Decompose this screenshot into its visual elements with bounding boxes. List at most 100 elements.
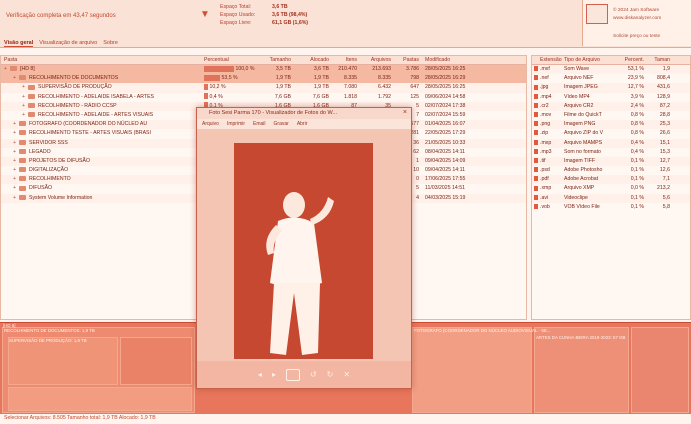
table-row[interactable]: .mxp Arquivo MAMPS 0,4 % 15,1 <box>532 138 690 148</box>
promo-panel[interactable]: © 2024 Jam Software www.diskanalyzer.com… <box>582 0 691 46</box>
modified-cell: 09/04/2025 14:11 <box>425 167 465 174</box>
folder-cell[interactable]: + DIGITALIZAÇÃO <box>1 166 201 175</box>
menu-email[interactable]: Email <box>253 119 266 129</box>
percent-cell: 23,9 % <box>627 75 644 82</box>
rotate-right-icon[interactable]: ↻ <box>327 370 334 379</box>
folder-cell[interactable]: + PROJETOS DE DIFUSÃO <box>1 157 201 166</box>
type-cell: Som Wave <box>564 66 590 72</box>
table-row[interactable]: .jpg Imagem JPEG 12,7 % 431,6 <box>532 83 690 93</box>
table-row[interactable]: .mp3 Som no formato 0,4 % 15,3 <box>532 148 690 157</box>
allocated-cell: 1,9 TB <box>313 75 329 82</box>
folder-name: RECOLHIMENTO - RÁDIO CCSP <box>38 102 117 109</box>
modified-cell: 02/07/2024 17:38 <box>425 102 466 109</box>
table-row[interactable]: + SUPERVISÃO DE PRODUÇÃO 10,2 % 1,9 TB 1,9 … <box>1 83 526 93</box>
col-size[interactable]: Tamanho <box>256 56 294 64</box>
table-row[interactable]: .psd Adobe Photosho 0,1 % 12,6 <box>532 166 690 175</box>
table-row[interactable]: + [HD 8] 100,0 % 3,5 TB 3,6 TB 210.470 213.69… <box>1 65 526 75</box>
treemap-block[interactable] <box>631 327 689 413</box>
promo-line[interactable]: www.diskanalyzer.com <box>613 16 661 21</box>
folder-cell[interactable]: + RECOLHIMENTO <box>1 175 201 184</box>
col-items[interactable]: Itens <box>332 56 360 64</box>
tab-overview[interactable]: Visão geral <box>4 40 34 47</box>
menu-open[interactable]: Abrir <box>297 119 308 129</box>
treemap-block[interactable] <box>412 327 532 413</box>
delete-icon[interactable]: ✕ <box>343 370 350 379</box>
items-cell: 8.335 <box>344 75 357 82</box>
folder-cell[interactable]: + RECOLHIMENTO - RÁDIO CCSP <box>1 102 201 111</box>
photo-viewer-window[interactable]: Foto Sesi Parma 170 - Visualizador de Fo… <box>196 107 412 389</box>
extension-cell: .tif <box>540 157 546 164</box>
col-folders[interactable]: Pastas <box>394 56 422 64</box>
folder-icon <box>28 84 35 90</box>
space-used-value: 3,6 TB (98,4%) <box>272 12 308 19</box>
prev-icon[interactable]: ◂ <box>258 370 262 379</box>
table-row[interactable]: .tif Imagem TIFF 0,1 % 12,7 <box>532 156 690 167</box>
menu-burn[interactable]: Gravar <box>274 119 289 129</box>
col-modified[interactable]: Modificado <box>422 56 484 64</box>
folder-cell[interactable]: + LEGADO <box>1 148 201 157</box>
percent-cell: 0,8 % <box>630 121 644 128</box>
table-row[interactable]: .xmp Arquivo XMP 0,0 % 213,2 <box>532 184 690 193</box>
col-allocated[interactable]: Alocado <box>294 56 332 64</box>
rotate-left-icon[interactable]: ↺ <box>310 370 317 379</box>
close-button[interactable]: × <box>403 109 407 116</box>
table-row[interactable]: + RECOLHIMENTO - ADELAIDE ISABELA - ARTES… <box>1 93 526 102</box>
table-row[interactable]: .mxf Som Wave 53,1 % 1,9 <box>532 65 690 75</box>
tab-file-view[interactable]: Visualização de arquivo <box>39 40 97 47</box>
slideshow-icon[interactable] <box>285 368 300 381</box>
table-row[interactable]: .vob VOB Vídeo File 0,1 % 5,8 <box>532 203 690 212</box>
folder-cell[interactable]: + [HD 8] <box>1 65 201 74</box>
promo-line[interactable]: Solicite preço ou teste <box>613 34 660 39</box>
modified-cell: 04/03/2025 15:19 <box>425 194 466 201</box>
folder-cell[interactable]: + RECOLHIMENTO DE DOCUMENTOS <box>1 74 201 83</box>
percent-value: 0,4 % <box>209 93 223 100</box>
play-icon[interactable]: ▸ <box>272 370 276 379</box>
folder-cell[interactable]: + SERVIDOR SSS <box>1 139 201 148</box>
folder-icon <box>19 194 26 200</box>
folder-cell[interactable]: + RECOLHIMENTO TESTE - ARTES VISUAIS (BRA… <box>1 129 201 138</box>
menu-print[interactable]: Imprimir <box>227 119 245 129</box>
percent-cell: 100,0 % <box>201 65 256 74</box>
col-files[interactable]: Arquivos <box>360 56 394 64</box>
table-row[interactable]: .cr2 Arquivo CR2 2,4 % 87,2 <box>532 101 690 111</box>
col-extension[interactable]: Extensão <box>538 56 562 64</box>
folder-name: DIGITALIZAÇÃO <box>29 167 69 174</box>
percent-cell: 2,4 % <box>630 102 644 109</box>
tab-about[interactable]: Sobre <box>103 40 118 47</box>
folders-cell: 647 <box>410 84 419 91</box>
col-folder[interactable]: Pasta <box>1 56 201 64</box>
table-row[interactable]: .pdf Adobe Acrobat 0,1 % 7,1 <box>532 175 690 185</box>
size-cell: 7,1 <box>662 176 670 183</box>
percent-cell: 10,2 % <box>201 83 256 92</box>
treemap-block[interactable] <box>120 337 192 385</box>
size-cell: 1,9 <box>662 66 670 72</box>
table-body: .mxf Som Wave 53,1 % 1,9 .nef Arquivo NEF 23,9… <box>532 65 690 212</box>
table-row[interactable]: .png Imagem PNG 0,8 % 25,3 <box>532 120 690 130</box>
col-size[interactable]: Taman <box>646 56 672 64</box>
extension-cell: .mp4 <box>540 93 552 100</box>
folder-cell[interactable]: + DIFUSÃO <box>1 184 201 193</box>
table-row[interactable]: + RECOLHIMENTO DE DOCUMENTOS 53,5 % 1,9 TB… <box>1 74 526 84</box>
folder-icon <box>19 139 26 145</box>
col-percent[interactable]: Percent. <box>616 56 646 64</box>
menu-file[interactable]: Arquivo <box>202 119 219 129</box>
folder-cell[interactable]: + System Volume Information <box>1 194 201 203</box>
table-row[interactable]: .mp4 Vídeo MP4 3,9 % 128,9 <box>532 93 690 102</box>
folder-cell[interactable]: + SUPERVISÃO DE PRODUÇÃO <box>1 83 201 92</box>
folder-cell[interactable]: + FOTOGRAFO (COORDENADOR DO NÚCLEO AU <box>1 120 201 129</box>
folder-cell[interactable]: + RECOLHIMENTO - ADELAIDE - ARTES VISUAIS <box>1 111 201 120</box>
treemap-block[interactable] <box>8 387 192 411</box>
filter-icon[interactable]: ▼ <box>200 9 210 20</box>
table-row[interactable]: .avi Videoclipe 0,1 % 5,6 <box>532 193 690 203</box>
table-row[interactable]: .zip Arquivo ZIP do V 0,8 % 26,6 <box>532 129 690 138</box>
folder-name: RECOLHIMENTO <box>29 176 71 183</box>
table-row[interactable]: .nef Arquivo NEF 23,9 % 808,4 <box>532 74 690 83</box>
table-row[interactable]: .mov Filme do QuickT 0,8 % 28,8 <box>532 111 690 120</box>
treemap-block[interactable] <box>8 337 118 385</box>
col-percent[interactable]: Percentual <box>201 56 256 64</box>
folder-cell[interactable]: + RECOLHIMENTO - ADELAIDE ISABELA - ARTES <box>1 93 201 102</box>
percent-value: 100,0 % <box>235 66 255 72</box>
percent-bar <box>204 84 208 90</box>
folder-name: RECOLHIMENTO TESTE - ARTES VISUAIS (BRAS… <box>29 130 151 137</box>
col-file-type[interactable]: Tipo de Arquivo <box>562 56 616 64</box>
